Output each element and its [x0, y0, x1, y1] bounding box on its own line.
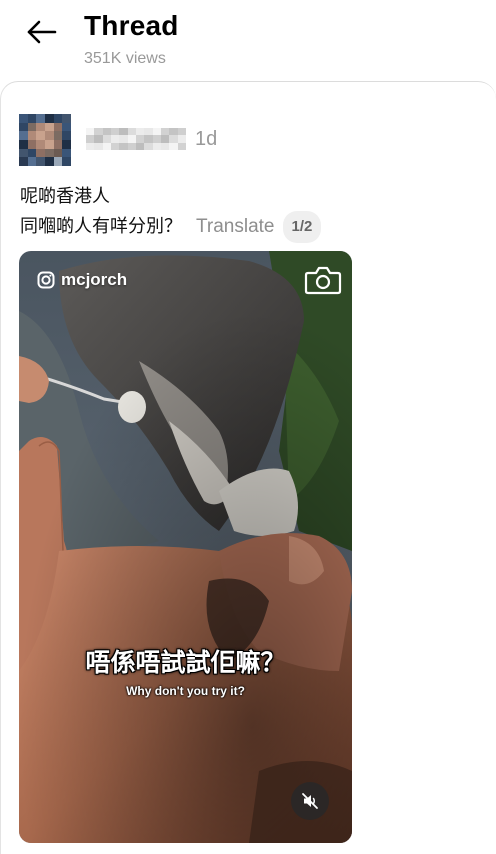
username-pixel	[169, 128, 178, 136]
username-pixel	[119, 142, 128, 150]
post-line-1: 呢啲香港人	[20, 186, 110, 207]
avatar-pixel	[62, 148, 71, 158]
camera-icon	[304, 266, 342, 295]
avatar-pixel	[19, 114, 28, 123]
translate-link[interactable]: Translate	[196, 213, 275, 241]
username-pixel	[94, 135, 103, 143]
avatar-pixel	[19, 122, 28, 132]
avatar-pixel	[19, 157, 28, 166]
avatar-pixel	[53, 122, 63, 132]
avatar-pixel	[53, 148, 63, 158]
avatar-pixel	[45, 122, 54, 132]
avatar-pixel	[62, 122, 71, 132]
username-pixel	[135, 128, 145, 136]
avatar-pixel	[27, 140, 37, 149]
view-count: 351K views	[84, 50, 166, 67]
avatar-pixel	[62, 140, 71, 149]
username-pixel	[144, 142, 153, 150]
page-title: Thread	[84, 10, 179, 41]
username-pixel	[119, 128, 128, 136]
username-pixel	[119, 135, 128, 143]
username-pixel	[160, 135, 170, 143]
avatar-pixel	[19, 148, 28, 158]
avatar-pixel	[36, 140, 45, 149]
avatar-pixel	[36, 157, 45, 166]
instagram-icon	[37, 271, 55, 289]
watermark: mcjorch	[37, 270, 127, 290]
username-pixel	[152, 135, 161, 143]
username-pixel	[102, 128, 111, 136]
username-pixel	[127, 128, 136, 136]
username-pixel	[160, 128, 170, 136]
username-pixel	[169, 135, 178, 143]
username-pixel	[94, 142, 103, 150]
avatar-pixel	[45, 131, 54, 140]
camera-button[interactable]	[304, 264, 342, 301]
avatar-pixel	[27, 148, 37, 158]
username-pixel	[86, 135, 95, 143]
username-pixel	[177, 135, 186, 143]
avatar-pixel	[19, 131, 28, 140]
post-timestamp: 1d	[195, 128, 218, 150]
mute-toggle-button[interactable]	[291, 782, 329, 820]
post-line-2-row: 同嗰啲人有咩分別？ Translate 1/2	[20, 211, 322, 243]
avatar-pixelated	[19, 114, 71, 166]
post-line-2: 同嗰啲人有咩分別？	[20, 216, 182, 237]
avatar-pixel	[45, 148, 54, 158]
thread-header: Thread 351K views	[0, 0, 496, 82]
username-pixel	[94, 128, 103, 136]
avatar-pixel	[53, 131, 63, 140]
avatar-pixel	[53, 157, 63, 166]
avatar-pixel	[36, 131, 45, 140]
username-pixel	[127, 135, 136, 143]
post-body: 呢啲香港人 同嗰啲人有咩分別？ Translate 1/2	[20, 183, 322, 243]
username-pixel	[135, 135, 145, 143]
back-button[interactable]	[22, 14, 62, 54]
avatar-pixel	[27, 122, 37, 132]
username-pixel	[110, 142, 120, 150]
speaker-muted-icon	[302, 793, 318, 809]
username-pixel	[86, 142, 95, 150]
avatar-pixel	[36, 114, 45, 123]
avatar-pixel	[27, 157, 37, 166]
avatar-pixel	[36, 148, 45, 158]
username-pixel	[144, 128, 153, 136]
username-pixel	[152, 128, 161, 136]
username-pixel	[102, 135, 111, 143]
username-pixel	[127, 142, 136, 150]
username-pixel	[135, 142, 145, 150]
avatar-pixel	[62, 157, 71, 166]
video-subtitle-cantonese: 唔係唔試試佢嘛？	[85, 648, 286, 677]
video-frame	[19, 251, 352, 843]
post-video[interactable]: mcjorch 唔係唔試試佢嘛？ Why don't you try it?	[19, 251, 352, 843]
username-pixel	[177, 142, 186, 150]
username-pixel	[160, 142, 170, 150]
username-pixel	[110, 135, 120, 143]
avatar-pixel	[62, 114, 71, 123]
avatar[interactable]	[19, 114, 71, 166]
username-pixel	[144, 135, 153, 143]
username-pixel	[177, 128, 186, 136]
avatar-pixel	[19, 140, 28, 149]
username-pixel	[102, 142, 111, 150]
avatar-pixel	[36, 122, 45, 132]
video-subtitle-english: Why don't you try it?	[126, 684, 245, 698]
avatar-pixel	[53, 140, 63, 149]
username-pixel	[152, 142, 161, 150]
arrow-left-icon	[27, 20, 57, 44]
avatar-pixel	[27, 114, 37, 123]
username-blurred[interactable]	[86, 128, 186, 150]
avatar-pixel	[27, 131, 37, 140]
username-pixel	[110, 128, 120, 136]
avatar-pixel	[53, 114, 63, 123]
media-page-indicator: 1/2	[282, 211, 322, 243]
avatar-pixel	[45, 157, 54, 166]
avatar-pixel	[62, 131, 71, 140]
username-pixel	[86, 128, 95, 136]
avatar-pixel	[45, 114, 54, 123]
avatar-pixel	[45, 140, 54, 149]
username-pixel	[169, 142, 178, 150]
watermark-handle: mcjorch	[61, 270, 128, 289]
